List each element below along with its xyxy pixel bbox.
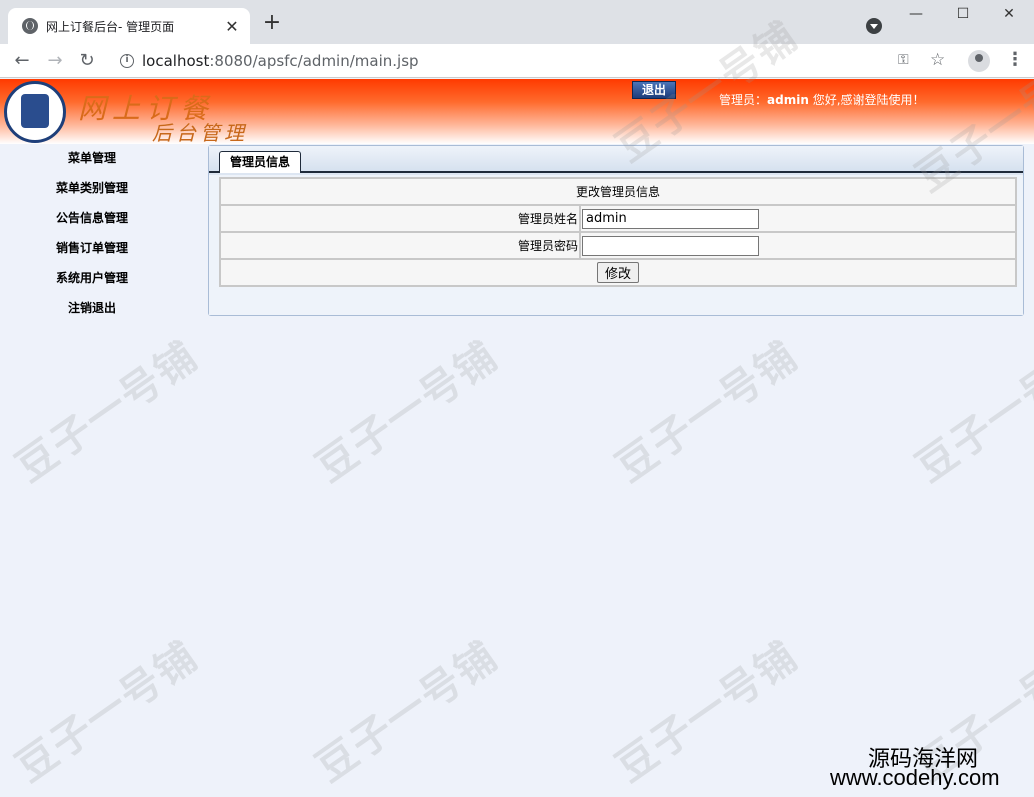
globe-icon [22,18,38,34]
new-tab-icon[interactable]: + [262,12,282,34]
panel-tab-strip: 管理员信息 [209,146,1023,173]
submit-button[interactable]: 修改 [596,262,639,283]
browser-tab[interactable]: 网上订餐后台- 管理页面 ✕ [8,8,250,44]
sidebar-item-logout[interactable]: 注销退出 [0,295,184,325]
password-cell [581,233,1015,258]
maximize-icon[interactable]: ☐ [953,6,973,22]
form-title: 更改管理员信息 [221,179,1015,204]
url-text: localhost:8080/apsfc/admin/main.jsp [142,52,419,70]
tab-search-icon[interactable] [866,18,882,34]
url-field[interactable]: i localhost:8080/apsfc/admin/main.jsp [108,48,954,74]
name-cell [581,206,1015,231]
key-icon[interactable]: ⚿ [898,52,909,68]
tab-title: 网上订餐后台- 管理页面 [46,19,175,34]
page-content: 网上订餐 后台管理 退出 管理员：admin 您好,感谢登陆使用！ 菜单管理 菜… [0,79,1034,797]
reload-icon[interactable]: ↻ [75,50,99,71]
sidebar-menu: 菜单管理 菜单类别管理 公告信息管理 销售订单管理 系统用户管理 注销退出 [0,145,184,325]
address-bar: ← → ↻ i localhost:8080/apsfc/admin/main.… [0,44,1034,78]
admin-info-panel: 管理员信息 更改管理员信息 管理员姓名 管理员密码 修改 [208,145,1024,316]
sidebar-item-menu-category[interactable]: 菜单类别管理 [0,175,184,205]
panel-body: 更改管理员信息 管理员姓名 管理员密码 修改 [209,175,1023,315]
welcome-message: 管理员：admin 您好,感谢登陆使用！ [719,91,925,108]
header-banner: 网上订餐 后台管理 退出 管理员：admin 您好,感谢登陆使用！ [0,79,1034,145]
tab-admin-info[interactable]: 管理员信息 [219,151,301,173]
sidebar-item-orders[interactable]: 销售订单管理 [0,235,184,265]
name-label: 管理员姓名 [221,206,579,231]
password-label: 管理员密码 [221,233,579,258]
close-window-icon[interactable]: ✕ [999,6,1019,22]
credit-site-url: www.codehy.com [830,765,1000,790]
admin-form: 更改管理员信息 管理员姓名 管理员密码 修改 [219,177,1017,287]
browser-tab-bar: 网上订餐后台- 管理页面 ✕ + — ☐ ✕ [0,0,1034,44]
admin-password-input[interactable] [582,235,759,256]
minimize-icon[interactable]: — [906,6,926,22]
more-menu-icon[interactable]: ⋮ [1006,49,1024,70]
welcome-prefix: 管理员： [719,93,768,107]
logout-button[interactable]: 退出 [632,81,676,99]
forward-icon[interactable]: → [43,50,67,71]
profile-avatar-icon[interactable] [968,50,990,72]
submit-cell: 修改 [221,260,1015,285]
brand-subtitle: 后台管理 [152,121,248,145]
url-host: localhost [142,52,210,70]
star-icon[interactable]: ☆ [930,50,945,70]
sidebar-item-menu[interactable]: 菜单管理 [0,145,184,175]
welcome-suffix: 您好,感谢登陆使用！ [808,93,925,107]
sidebar-item-notice[interactable]: 公告信息管理 [0,205,184,235]
sidebar-item-users[interactable]: 系统用户管理 [0,265,184,295]
welcome-user: admin [767,93,809,107]
info-icon[interactable]: i [120,54,134,68]
back-icon[interactable]: ← [10,50,34,71]
url-path: :8080/apsfc/admin/main.jsp [209,52,419,70]
university-logo-icon [4,81,66,143]
close-tab-icon[interactable]: ✕ [224,17,240,36]
admin-name-input[interactable] [582,208,759,229]
